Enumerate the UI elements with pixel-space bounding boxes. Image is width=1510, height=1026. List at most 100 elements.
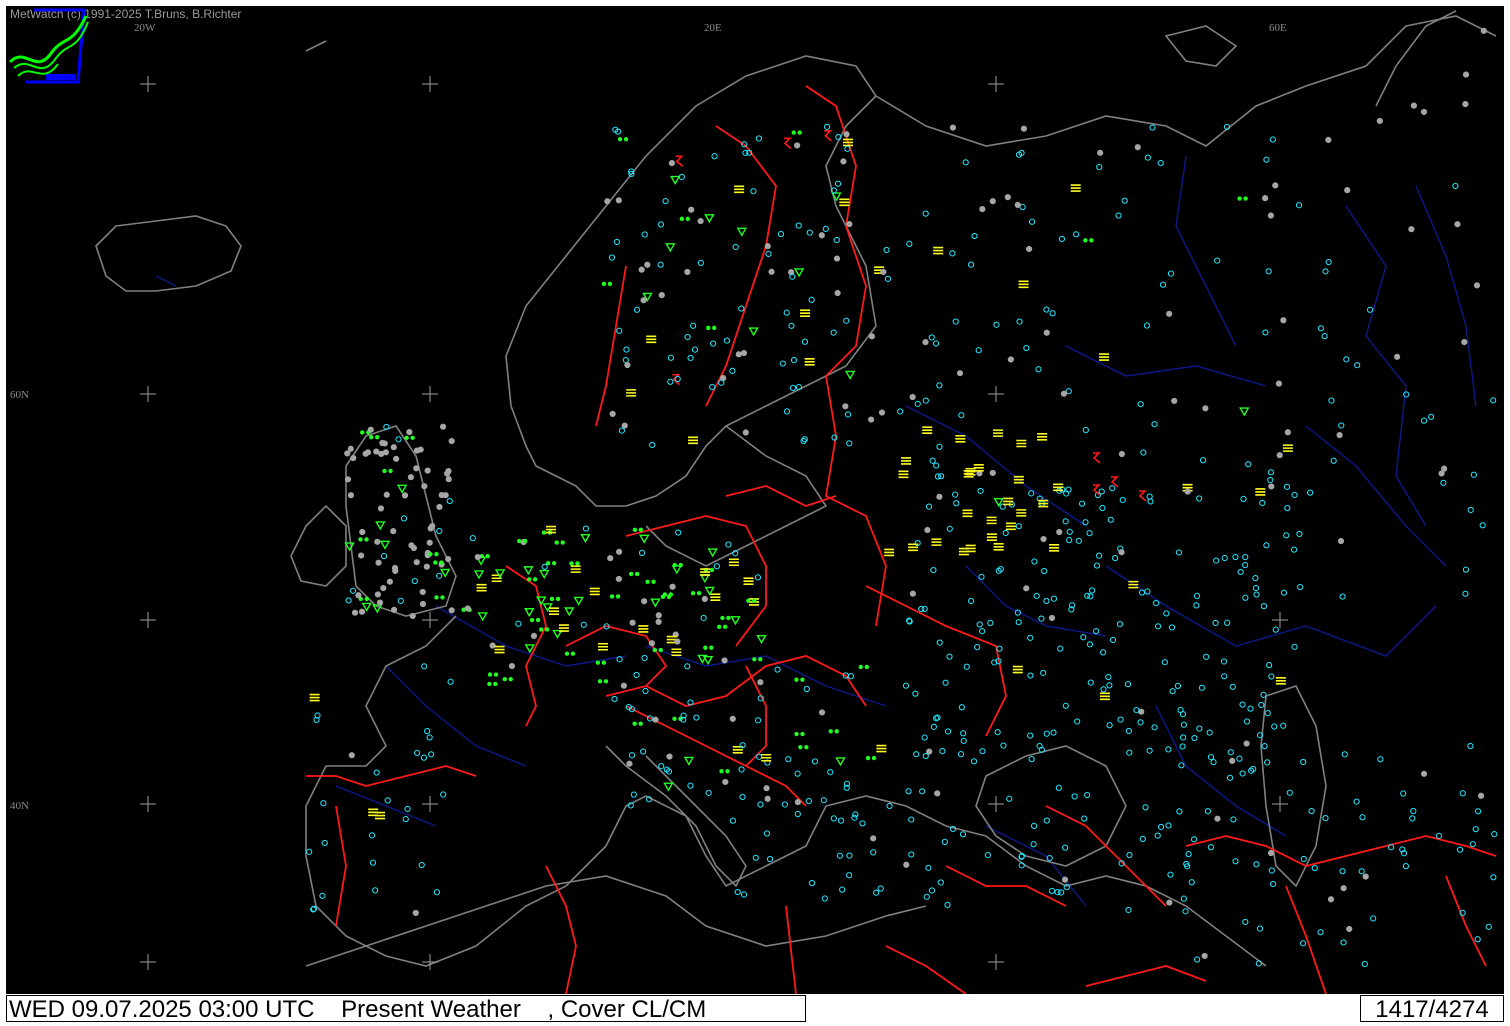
drizzle-symbol[interactable] bbox=[609, 594, 621, 599]
station-marker[interactable] bbox=[1275, 380, 1283, 387]
station-marker[interactable] bbox=[448, 437, 455, 445]
station-marker[interactable] bbox=[844, 411, 852, 418]
station-marker[interactable] bbox=[806, 229, 813, 236]
station-marker[interactable] bbox=[1167, 270, 1175, 277]
station-marker[interactable] bbox=[411, 577, 418, 585]
station-marker[interactable] bbox=[1180, 895, 1187, 902]
station-marker[interactable] bbox=[1322, 814, 1329, 822]
station-marker[interactable] bbox=[789, 384, 797, 391]
shower-symbol[interactable] bbox=[542, 603, 553, 613]
station-marker[interactable] bbox=[729, 367, 736, 374]
station-marker[interactable] bbox=[818, 709, 826, 716]
station-marker[interactable] bbox=[424, 467, 431, 474]
station-marker[interactable] bbox=[870, 835, 877, 842]
station-marker[interactable] bbox=[846, 221, 853, 228]
station-marker[interactable] bbox=[960, 737, 967, 744]
shower-symbol[interactable] bbox=[477, 612, 488, 622]
thunderstorm-symbol[interactable] bbox=[1092, 484, 1101, 496]
station-marker[interactable] bbox=[811, 758, 819, 765]
station-marker[interactable] bbox=[1280, 722, 1287, 729]
fog-symbol[interactable] bbox=[570, 565, 581, 573]
station-marker[interactable] bbox=[805, 798, 812, 805]
station-marker[interactable] bbox=[913, 751, 920, 758]
station-marker[interactable] bbox=[1214, 815, 1221, 822]
station-marker[interactable] bbox=[925, 864, 932, 871]
station-marker[interactable] bbox=[944, 728, 952, 735]
station-marker[interactable] bbox=[1027, 672, 1034, 679]
station-marker[interactable] bbox=[391, 564, 399, 572]
station-marker[interactable] bbox=[626, 760, 633, 767]
fog-symbol[interactable] bbox=[368, 808, 379, 817]
station-marker[interactable] bbox=[427, 525, 434, 532]
fog-symbol[interactable] bbox=[1037, 433, 1048, 441]
station-marker[interactable] bbox=[1137, 401, 1144, 408]
station-marker[interactable] bbox=[822, 225, 829, 232]
station-marker[interactable] bbox=[1106, 682, 1113, 689]
drizzle-symbol[interactable] bbox=[382, 468, 393, 474]
station-marker[interactable] bbox=[1479, 522, 1486, 529]
station-marker[interactable] bbox=[1193, 592, 1201, 600]
station-marker[interactable] bbox=[766, 855, 774, 863]
station-marker[interactable] bbox=[1358, 868, 1365, 875]
station-marker[interactable] bbox=[721, 657, 728, 664]
station-marker[interactable] bbox=[1082, 519, 1089, 526]
station-marker[interactable] bbox=[666, 753, 673, 760]
station-marker[interactable] bbox=[1004, 194, 1011, 201]
station-marker[interactable] bbox=[934, 790, 941, 797]
station-marker[interactable] bbox=[711, 153, 718, 160]
thunderstorm-symbol[interactable] bbox=[1092, 452, 1101, 464]
station-marker[interactable] bbox=[402, 816, 409, 823]
fog-symbol[interactable] bbox=[1099, 353, 1110, 361]
station-marker[interactable] bbox=[1239, 770, 1246, 777]
shower-symbol[interactable] bbox=[523, 566, 534, 576]
station-marker[interactable] bbox=[752, 854, 759, 861]
thunderstorm-symbol[interactable] bbox=[783, 137, 792, 149]
station-marker[interactable] bbox=[1125, 727, 1132, 735]
station-marker[interactable] bbox=[843, 131, 850, 138]
station-marker[interactable] bbox=[734, 888, 741, 896]
station-marker[interactable] bbox=[937, 879, 944, 886]
station-marker[interactable] bbox=[1366, 306, 1374, 313]
fog-symbol[interactable] bbox=[688, 436, 699, 445]
station-marker[interactable] bbox=[436, 572, 443, 579]
drizzle-symbol[interactable] bbox=[791, 130, 802, 135]
station-marker[interactable] bbox=[439, 423, 447, 430]
station-marker[interactable] bbox=[842, 403, 849, 410]
station-marker[interactable] bbox=[1267, 469, 1275, 476]
station-marker[interactable] bbox=[622, 357, 629, 364]
station-marker[interactable] bbox=[1394, 353, 1401, 360]
station-marker[interactable] bbox=[897, 408, 904, 415]
station-marker[interactable] bbox=[1118, 549, 1125, 556]
drizzle-symbol[interactable] bbox=[1237, 196, 1248, 201]
station-marker[interactable] bbox=[611, 695, 618, 703]
thunderstorm-symbol[interactable] bbox=[1138, 490, 1147, 502]
station-marker[interactable] bbox=[701, 595, 708, 603]
station-marker[interactable] bbox=[1260, 603, 1268, 610]
shower-symbol[interactable] bbox=[704, 214, 715, 224]
station-marker[interactable] bbox=[615, 197, 622, 204]
station-marker[interactable] bbox=[763, 830, 770, 837]
station-marker[interactable] bbox=[684, 663, 691, 670]
station-marker[interactable] bbox=[709, 383, 716, 391]
drizzle-symbol[interactable] bbox=[645, 579, 656, 584]
station-marker[interactable] bbox=[386, 578, 394, 585]
drizzle-symbol[interactable] bbox=[545, 561, 557, 566]
station-marker[interactable] bbox=[345, 597, 352, 604]
station-marker[interactable] bbox=[1137, 719, 1144, 726]
station-marker[interactable] bbox=[779, 360, 786, 367]
station-marker[interactable] bbox=[1099, 504, 1106, 512]
station-marker[interactable] bbox=[1142, 804, 1149, 811]
station-marker[interactable] bbox=[713, 563, 720, 570]
station-marker[interactable] bbox=[344, 450, 351, 457]
station-marker[interactable] bbox=[1202, 405, 1209, 412]
station-marker[interactable] bbox=[1213, 557, 1220, 564]
station-marker[interactable] bbox=[1194, 956, 1201, 963]
station-marker[interactable] bbox=[1291, 491, 1298, 499]
station-marker[interactable] bbox=[926, 748, 933, 755]
station-marker[interactable] bbox=[440, 791, 447, 798]
fog-symbol[interactable] bbox=[973, 464, 984, 472]
station-marker[interactable] bbox=[1027, 634, 1034, 641]
station-marker[interactable] bbox=[908, 851, 915, 858]
station-marker[interactable] bbox=[390, 444, 397, 451]
station-marker[interactable] bbox=[1467, 742, 1474, 750]
